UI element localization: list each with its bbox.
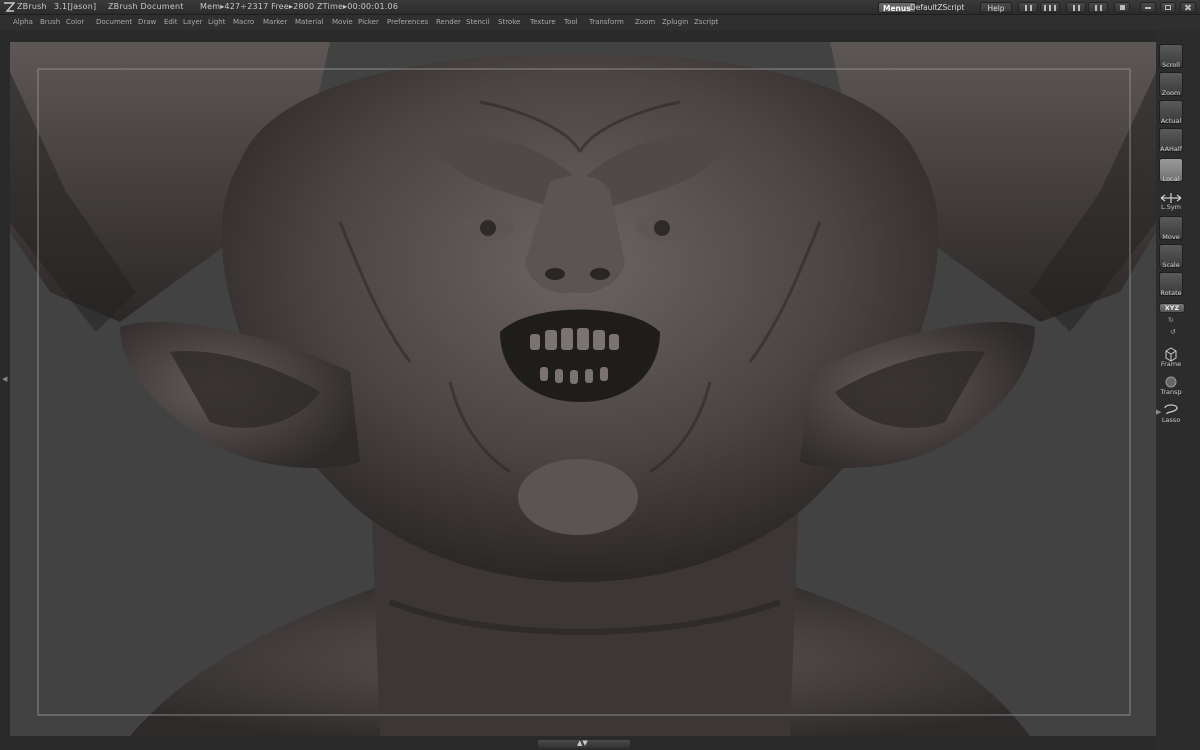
layout-wide-button[interactable] (1040, 2, 1060, 13)
menu-alpha[interactable]: Alpha (13, 18, 33, 26)
menu-texture[interactable]: Texture (530, 18, 556, 26)
menu-brush[interactable]: Brush (40, 18, 60, 26)
menu-color[interactable]: Color (66, 18, 84, 26)
sculpt-model-render[interactable] (10, 42, 1156, 736)
app-name: ZBrush (17, 2, 47, 11)
memory-status: Mem▸427÷2317 Free▸2800 ZTime▸00:00:01.06 (200, 2, 399, 11)
rotate-label: Rotate (1160, 289, 1182, 297)
menu-movie[interactable]: Movie (332, 18, 353, 26)
menu-bar: Alpha Brush Color Document Draw Edit Lay… (0, 15, 1200, 30)
menu-render[interactable]: Render (436, 18, 461, 26)
actual-label: Actual (1160, 117, 1182, 125)
menu-stroke[interactable]: Stroke (498, 18, 520, 26)
zoom-label: Zoom (1161, 89, 1181, 97)
lsym-label: L.Sym (1161, 203, 1181, 211)
menu-transform[interactable]: Transform (589, 18, 624, 26)
rotate-z-icon[interactable]: ↺ (1170, 328, 1176, 336)
view-toggle-2-button[interactable] (1088, 2, 1108, 13)
menu-light[interactable]: Light (208, 18, 225, 26)
move-label: Move (1162, 233, 1180, 241)
default-zscript-button[interactable]: DefaultZScript (910, 2, 964, 13)
frame-label: Frame (1160, 360, 1182, 368)
aahalf-label: AAHalf (1159, 145, 1183, 153)
menu-zoom[interactable]: Zoom (635, 18, 655, 26)
menu-macro[interactable]: Macro (233, 18, 254, 26)
expand-left-tray-icon[interactable]: ◀ (2, 375, 7, 383)
collapse-right-tray-icon[interactable]: ▶ (1156, 408, 1161, 416)
menu-draw[interactable]: Draw (138, 18, 156, 26)
menu-stencil[interactable]: Stencil (466, 18, 490, 26)
menu-edit[interactable]: Edit (164, 18, 178, 26)
lock-icon[interactable] (1114, 2, 1130, 13)
menu-material[interactable]: Material (295, 18, 323, 26)
menu-zplugin[interactable]: Zplugin (662, 18, 688, 26)
help-button[interactable]: Help (980, 2, 1012, 13)
chin (518, 459, 638, 535)
local-label: Local (1162, 175, 1180, 183)
rotate-y-icon[interactable]: ↻ (1168, 316, 1174, 324)
lasso-label: Lasso (1161, 416, 1181, 424)
xyz-button[interactable]: XYZ (1159, 303, 1185, 313)
left-tray-strip[interactable]: ◀ (0, 30, 10, 750)
app-version: 3.1[Jason] (54, 2, 97, 11)
layout-narrow-button[interactable] (1018, 2, 1038, 13)
menu-tool[interactable]: Tool (564, 18, 578, 26)
menu-layer[interactable]: Layer (183, 18, 203, 26)
scale-label: Scale (1162, 261, 1180, 269)
title-bar: ZBrush 3.1[Jason] ZBrush Document Mem▸42… (0, 0, 1200, 15)
document-canvas[interactable] (10, 42, 1156, 736)
restore-icon[interactable] (1160, 2, 1176, 13)
view-toggle-button[interactable] (1066, 2, 1086, 13)
menu-zscript[interactable]: Zscript (694, 18, 718, 26)
right-shelf: Scroll Zoom Actual AAHalf Local L.Sym Mo… (1156, 30, 1200, 750)
close-icon[interactable] (1180, 2, 1196, 13)
bottom-tray-arrows-icon[interactable]: ▲▼ (577, 739, 588, 747)
minimize-icon[interactable] (1140, 2, 1156, 13)
document-title: ZBrush Document (108, 2, 184, 11)
menu-picker[interactable]: Picker (358, 18, 379, 26)
scroll-label: Scroll (1162, 61, 1180, 69)
menu-preferences[interactable]: Preferences (387, 18, 428, 26)
zbrush-logo-icon (4, 2, 15, 12)
transp-label: Transp (1160, 388, 1182, 396)
menu-marker[interactable]: Marker (263, 18, 287, 26)
menu-document[interactable]: Document (96, 18, 132, 26)
